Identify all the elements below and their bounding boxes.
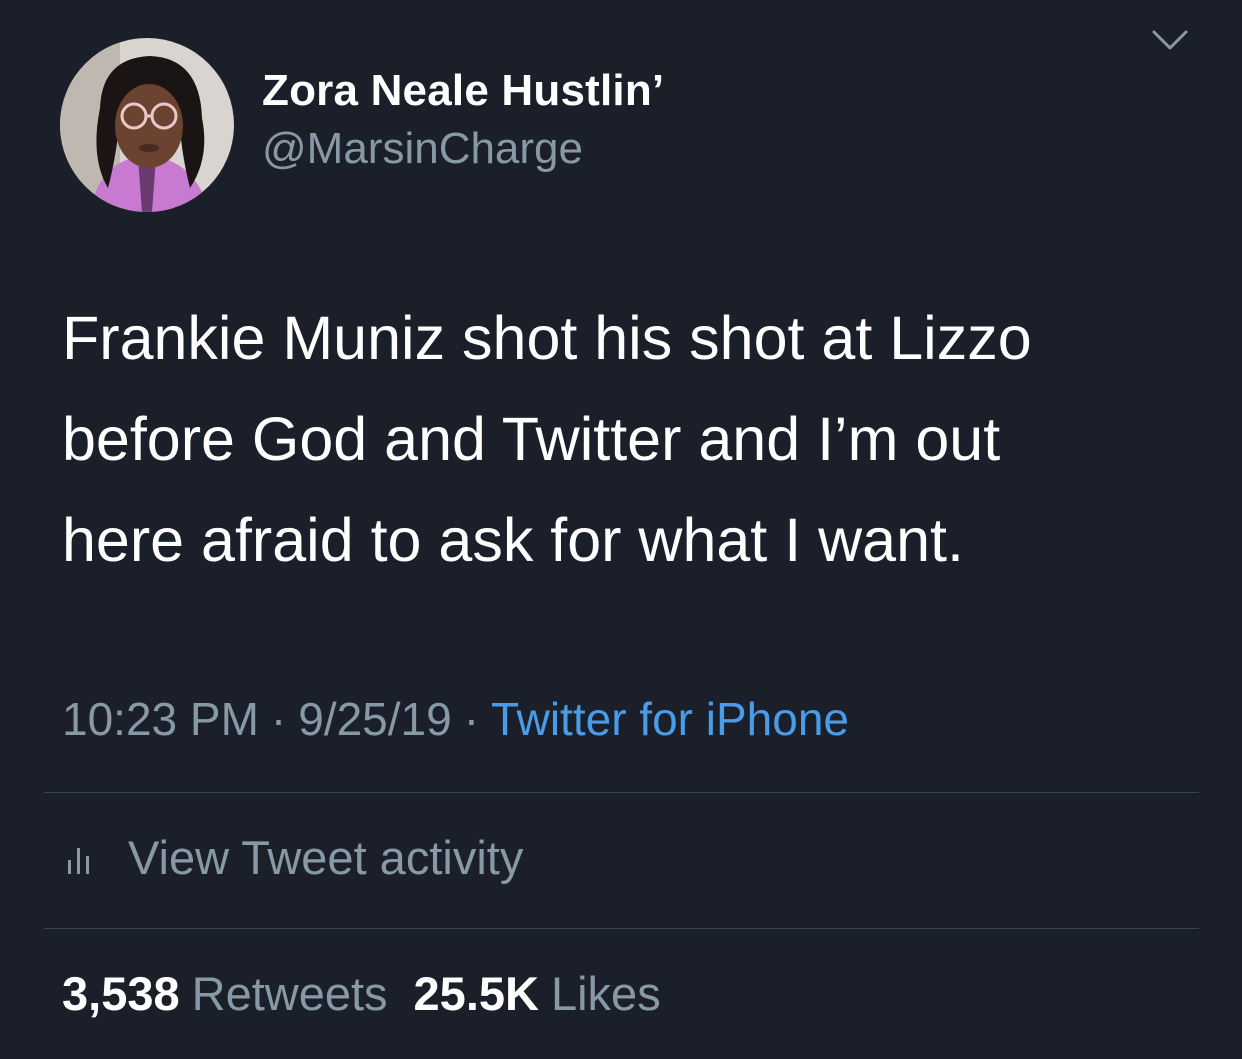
likes-stat[interactable]: 25.5K Likes: [414, 967, 661, 1020]
view-tweet-activity-label: View Tweet activity: [128, 831, 524, 884]
tweet-date[interactable]: 9/25/19: [298, 693, 451, 745]
tweet-detail: Zora Neale Hustlin’ @MarsinCharge Franki…: [0, 0, 1242, 1059]
meta-separator: ·: [463, 693, 480, 745]
avatar[interactable]: [60, 38, 234, 212]
tweet-text-line: Frankie Muniz shot his shot at Lizzo: [62, 304, 1032, 372]
likes-label: Likes: [550, 967, 661, 1020]
chevron-down-icon[interactable]: [1150, 26, 1190, 56]
retweets-stat[interactable]: 3,538 Retweets: [62, 967, 388, 1020]
meta-separator: ·: [270, 693, 287, 745]
tweet-source-link[interactable]: Twitter for iPhone: [491, 693, 849, 745]
author-display-name[interactable]: Zora Neale Hustlin’: [262, 66, 664, 116]
tweet-time[interactable]: 10:23 PM: [62, 693, 259, 745]
tweet-text-line: here afraid to ask for what I want.: [62, 506, 964, 574]
author-handle[interactable]: @MarsinCharge: [262, 124, 583, 174]
tweet-stats: 3,538 Retweets 25.5K Likes: [62, 966, 661, 1021]
retweets-label: Retweets: [191, 967, 388, 1020]
profile-photo-icon: [60, 38, 234, 212]
view-tweet-activity-button[interactable]: View Tweet activity: [66, 830, 523, 885]
retweets-count: 3,538: [62, 967, 180, 1020]
divider: [44, 928, 1199, 929]
likes-count: 25.5K: [413, 967, 539, 1020]
tweet-text-line: before God and Twitter and I’m out: [62, 405, 1001, 473]
bar-chart-icon: [68, 847, 89, 874]
divider: [44, 792, 1199, 793]
tweet-metadata: 10:23 PM · 9/25/19 · Twitter for iPhone: [62, 692, 849, 746]
tweet-text: Frankie Muniz shot his shot at Lizzo bef…: [62, 288, 1202, 591]
